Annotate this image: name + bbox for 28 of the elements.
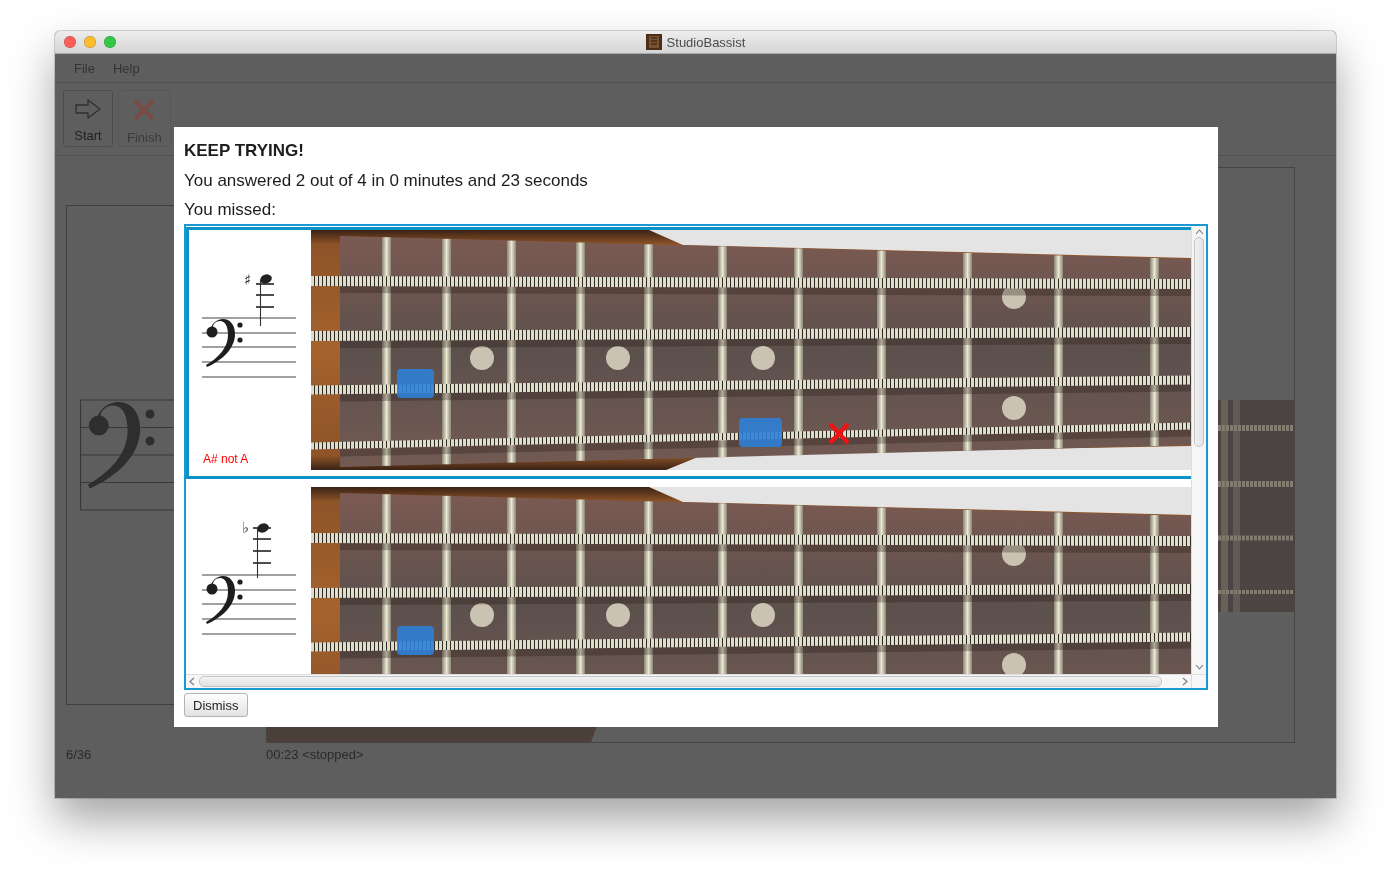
answer-caption: A# not A <box>203 452 249 466</box>
cross-icon <box>133 99 156 121</box>
app-icon <box>645 34 662 50</box>
horizontal-scrollbar[interactable] <box>186 674 1191 688</box>
accidental-sign: ♭ <box>242 519 250 537</box>
note-marker-icon <box>397 626 434 655</box>
accidental-sign: ♯ <box>244 271 252 289</box>
result-summary: You answered 2 out of 4 in 0 minutes and 23 seconds <box>184 171 588 191</box>
chevron-up-icon[interactable] <box>1194 229 1204 235</box>
zoom-icon[interactable] <box>104 36 116 48</box>
missed-item[interactable]: ♯ A# not A <box>186 227 1191 479</box>
result-heading: KEEP TRYING! <box>184 141 304 161</box>
scrollbar-thumb[interactable] <box>199 676 1162 687</box>
note-marker-icon <box>739 418 782 447</box>
chevron-right-icon[interactable] <box>1182 677 1188 686</box>
close-icon[interactable] <box>64 36 76 48</box>
chevron-left-icon[interactable] <box>189 677 195 686</box>
missed-list[interactable]: ♯ A# not A ♭ <box>184 224 1208 690</box>
dismiss-button[interactable]: Dismiss <box>184 693 248 717</box>
note-marker-icon <box>397 369 434 398</box>
chevron-down-icon[interactable] <box>1194 664 1204 670</box>
vertical-scrollbar[interactable] <box>1191 226 1206 674</box>
minimize-icon[interactable] <box>84 36 96 48</box>
window-title: StudioBassist <box>666 34 746 50</box>
scrollbar-corner <box>1191 674 1206 688</box>
arrow-right-icon <box>75 99 101 119</box>
missed-label: You missed: <box>184 200 276 220</box>
scrollbar-thumb[interactable] <box>1194 237 1204 447</box>
